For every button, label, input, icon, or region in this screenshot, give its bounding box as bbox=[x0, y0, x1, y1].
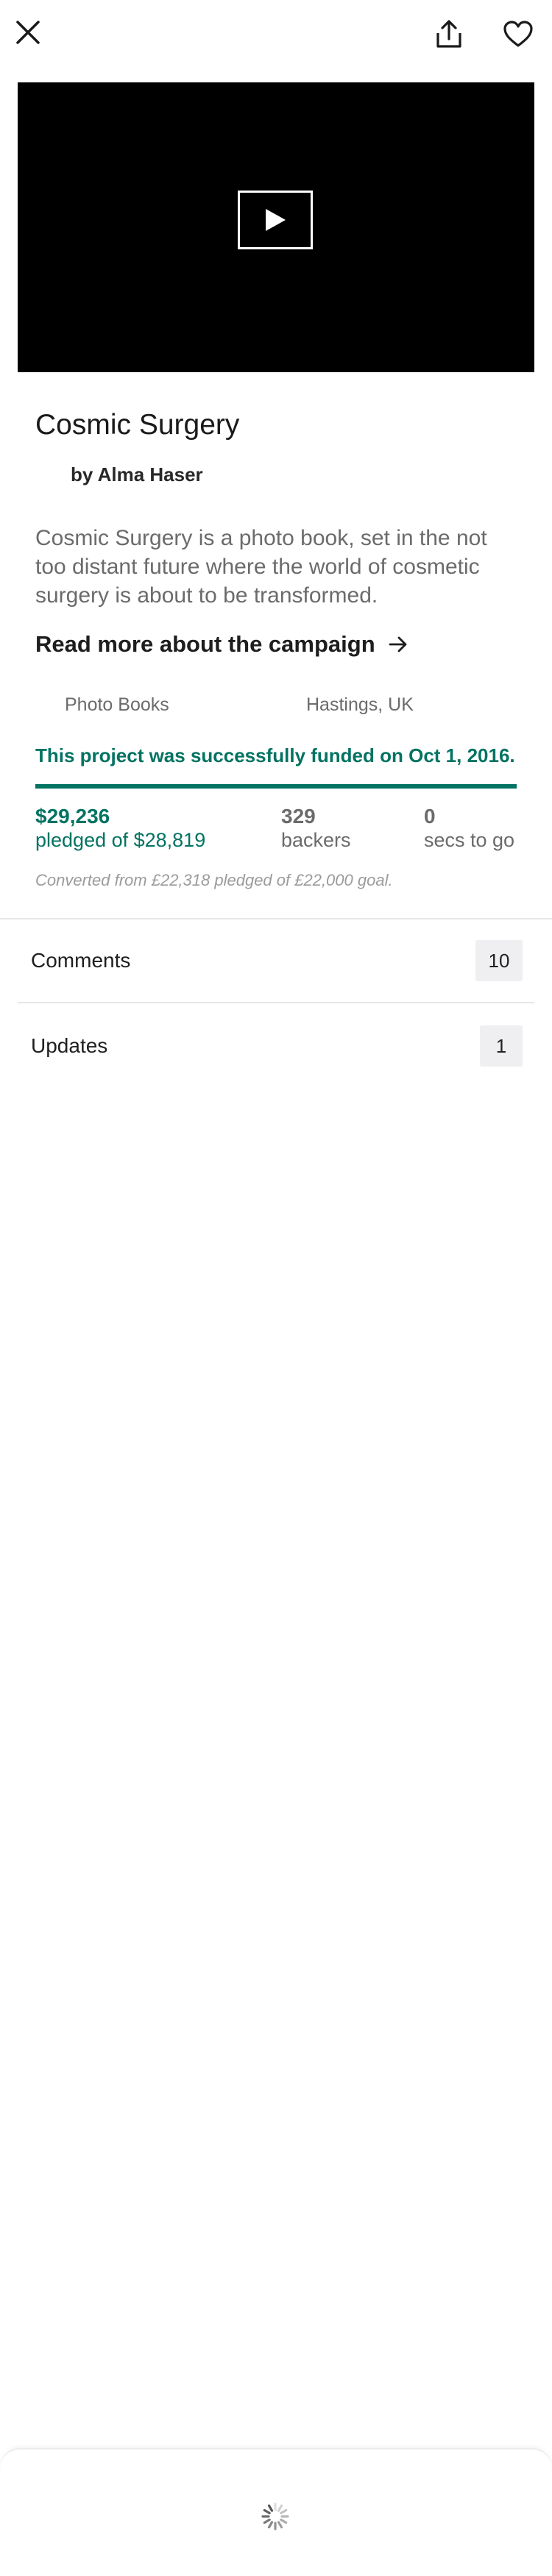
read-more-link[interactable]: Read more about the campaign bbox=[35, 631, 408, 658]
play-icon bbox=[266, 209, 286, 231]
spinner-tick bbox=[277, 2521, 283, 2529]
spinner-tick bbox=[267, 2521, 274, 2529]
arrow-right-icon bbox=[389, 636, 407, 652]
heart-icon bbox=[503, 21, 533, 47]
bottom-action-bar bbox=[0, 2448, 552, 2576]
close-icon bbox=[16, 21, 40, 44]
play-button[interactable] bbox=[238, 191, 313, 249]
updates-label: Updates bbox=[31, 1034, 108, 1057]
section-divider bbox=[18, 1002, 534, 1003]
pledged-label: pledged of $28,819 bbox=[35, 829, 206, 851]
backers-count: 329 bbox=[281, 805, 316, 828]
time-label: secs to go bbox=[424, 829, 515, 851]
funding-progress-fill bbox=[35, 784, 517, 789]
spinner-tick bbox=[263, 2518, 271, 2525]
currency-conversion-note: Converted from £22,318 pledged of £22,00… bbox=[35, 871, 393, 889]
time-remaining-stat: 0 secs to go bbox=[424, 805, 514, 852]
spinner-tick bbox=[280, 2508, 288, 2515]
creator-byline[interactable]: by Alma Haser bbox=[71, 463, 203, 486]
read-more-label: Read more about the campaign bbox=[35, 631, 375, 657]
comments-row[interactable]: Comments 10 bbox=[18, 939, 534, 983]
spinner-tick bbox=[277, 2504, 283, 2512]
time-count: 0 bbox=[424, 805, 436, 828]
category-link[interactable]: Photo Books bbox=[65, 694, 169, 716]
spinner-tick bbox=[267, 2504, 274, 2512]
video-player[interactable] bbox=[18, 82, 534, 372]
pledged-stat: $29,236 pledged of $28,819 bbox=[35, 805, 205, 852]
comments-count-badge: 10 bbox=[475, 940, 523, 981]
share-button[interactable] bbox=[430, 15, 468, 53]
share-icon bbox=[436, 20, 461, 48]
pledged-amount: $29,236 bbox=[35, 805, 110, 828]
favorite-button[interactable] bbox=[498, 15, 539, 53]
spinner-tick bbox=[280, 2518, 288, 2525]
updates-count-badge: 1 bbox=[480, 1025, 523, 1067]
project-blurb: Cosmic Surgery is a photo book, set in t… bbox=[35, 526, 487, 608]
location-link[interactable]: Hastings, UK bbox=[306, 694, 414, 716]
backers-label: backers bbox=[281, 829, 351, 851]
section-divider bbox=[0, 918, 552, 919]
spinner-tick bbox=[263, 2508, 271, 2515]
spinner-icon bbox=[261, 2502, 289, 2530]
funding-progress-bar bbox=[35, 784, 517, 789]
backers-stat: 329 backers bbox=[281, 805, 351, 852]
close-button[interactable] bbox=[10, 15, 46, 50]
comments-label: Comments bbox=[31, 949, 131, 972]
project-title: Cosmic Surgery bbox=[35, 409, 240, 441]
updates-row[interactable]: Updates 1 bbox=[18, 1024, 534, 1068]
funding-status-message: This project was successfully funded on … bbox=[35, 744, 515, 766]
